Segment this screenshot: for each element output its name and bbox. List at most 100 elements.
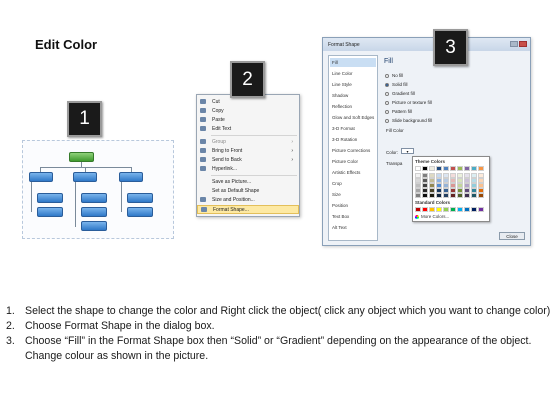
- copy-icon: [200, 108, 206, 113]
- color-swatch[interactable]: [429, 166, 435, 171]
- theme-colors-top-row: [415, 166, 485, 171]
- color-swatch[interactable]: [429, 207, 435, 212]
- radio-pattern-fill[interactable]: Pattern fill: [385, 109, 412, 114]
- org-node-leaf[interactable]: [81, 221, 107, 231]
- connector-line: [31, 182, 32, 212]
- dialog-nav-list: Fill Line Color Line Style Shadow Reflec…: [328, 55, 378, 241]
- color-swatch[interactable]: [464, 207, 470, 212]
- clipboard-icon: [200, 117, 206, 122]
- color-swatch[interactable]: [443, 193, 449, 198]
- org-node-leaf[interactable]: [127, 193, 153, 203]
- nav-item-3d-rotation[interactable]: 3-D Rotation: [330, 135, 376, 144]
- color-swatch[interactable]: [436, 207, 442, 212]
- menu-item-hyperlink[interactable]: Hyperlink...: [197, 164, 299, 173]
- radio-solid-fill[interactable]: Solid fill: [385, 82, 408, 87]
- color-swatch[interactable]: [415, 166, 421, 171]
- nav-item-position[interactable]: Position: [330, 201, 376, 210]
- color-swatch[interactable]: [457, 207, 463, 212]
- dialog-titlebar[interactable]: Format Shape: [323, 38, 530, 51]
- color-swatch[interactable]: [457, 193, 463, 198]
- color-swatch[interactable]: [415, 193, 421, 198]
- color-swatch[interactable]: [450, 193, 456, 198]
- org-node-leaf[interactable]: [81, 207, 107, 217]
- close-button[interactable]: Close: [499, 232, 525, 240]
- nav-item-alt-text[interactable]: Alt Text: [330, 223, 376, 232]
- link-icon: [200, 166, 206, 171]
- color-swatch[interactable]: [464, 193, 470, 198]
- color-swatch[interactable]: [478, 166, 484, 171]
- menu-item-save-as-picture[interactable]: Save as Picture...: [197, 177, 299, 186]
- instructions-list: 1. Select the shape to change the color a…: [6, 304, 554, 364]
- color-picker-button[interactable]: ▾: [401, 148, 414, 154]
- org-node-root[interactable]: [69, 152, 94, 162]
- org-node-leaf[interactable]: [37, 207, 63, 217]
- section-title: Fill: [384, 58, 393, 65]
- nav-item-text-box[interactable]: Text Box: [330, 212, 376, 221]
- nav-item-3d-format[interactable]: 3-D Format: [330, 124, 376, 133]
- org-node-level2-right[interactable]: [119, 172, 143, 182]
- color-swatch[interactable]: [471, 166, 477, 171]
- radio-picture-fill[interactable]: Picture or texture fill: [385, 100, 432, 105]
- radio-no-fill[interactable]: No fill: [385, 73, 403, 78]
- color-swatch[interactable]: [436, 166, 442, 171]
- context-menu: Cut Copy Paste Edit Text Group › Bring to…: [196, 94, 300, 217]
- color-swatch[interactable]: [464, 166, 470, 171]
- color-label: Color:: [386, 150, 399, 155]
- color-swatch[interactable]: [422, 207, 428, 212]
- org-node-leaf[interactable]: [37, 193, 63, 203]
- fill-panel: Fill No fill Solid fill Gradient fill Pi…: [382, 55, 527, 225]
- org-node-level2-left[interactable]: [29, 172, 53, 182]
- menu-item-bring-to-front[interactable]: Bring to Front ›: [197, 146, 299, 155]
- color-swatch[interactable]: [422, 166, 428, 171]
- menu-item-send-to-back[interactable]: Send to Back ›: [197, 155, 299, 164]
- color-swatch[interactable]: [443, 207, 449, 212]
- color-swatch[interactable]: [471, 207, 477, 212]
- color-swatch[interactable]: [422, 193, 428, 198]
- more-colors-item[interactable]: More Colors...: [415, 214, 449, 219]
- picture-icon: [200, 179, 206, 184]
- color-swatch[interactable]: [450, 166, 456, 171]
- color-swatch[interactable]: [436, 193, 442, 198]
- menu-item-group[interactable]: Group ›: [197, 137, 299, 146]
- color-swatch[interactable]: [478, 193, 484, 198]
- color-swatch[interactable]: [471, 193, 477, 198]
- nav-item-line-style[interactable]: Line Style: [330, 80, 376, 89]
- transparency-label: Transpa: [386, 161, 403, 166]
- nav-item-size[interactable]: Size: [330, 190, 376, 199]
- menu-item-copy[interactable]: Copy: [197, 106, 299, 115]
- radio-slide-background-fill[interactable]: Slide background fill: [385, 118, 432, 123]
- org-node-level2-mid[interactable]: [73, 172, 97, 182]
- color-swatch[interactable]: [415, 207, 421, 212]
- step-badge-3: 3: [433, 29, 468, 66]
- menu-item-edit-text[interactable]: Edit Text: [197, 124, 299, 133]
- nav-item-glow[interactable]: Glow and Soft Edges: [330, 113, 376, 122]
- menu-item-paste[interactable]: Paste: [197, 115, 299, 124]
- menu-item-format-shape[interactable]: Format Shape...: [197, 205, 299, 214]
- help-button[interactable]: [510, 41, 518, 47]
- color-swatch[interactable]: [478, 207, 484, 212]
- color-swatch[interactable]: [443, 166, 449, 171]
- menu-item-set-default-shape[interactable]: Set as Default Shape: [197, 186, 299, 195]
- nav-item-picture-corrections[interactable]: Picture Corrections: [330, 146, 376, 155]
- menu-item-cut[interactable]: Cut: [197, 97, 299, 106]
- nav-item-shadow[interactable]: Shadow: [330, 91, 376, 100]
- submenu-arrow-icon: ›: [291, 156, 293, 163]
- close-icon[interactable]: [519, 41, 527, 47]
- fill-color-heading: Fill Color: [386, 128, 404, 133]
- menu-separator: [211, 175, 297, 176]
- menu-item-size-position[interactable]: Size and Position...: [197, 195, 299, 204]
- nav-item-picture-color[interactable]: Picture Color: [330, 157, 376, 166]
- org-node-leaf[interactable]: [127, 207, 153, 217]
- nav-item-crop[interactable]: Crop: [330, 179, 376, 188]
- nav-item-artistic-effects[interactable]: Artistic Effects: [330, 168, 376, 177]
- radio-icon: [385, 73, 389, 78]
- color-swatch[interactable]: [450, 207, 456, 212]
- radio-gradient-fill[interactable]: Gradient fill: [385, 91, 415, 96]
- color-swatch[interactable]: [457, 166, 463, 171]
- org-chart-preview[interactable]: [22, 140, 174, 239]
- nav-item-fill[interactable]: Fill: [330, 58, 376, 67]
- nav-item-line-color[interactable]: Line Color: [330, 69, 376, 78]
- color-swatch[interactable]: [429, 193, 435, 198]
- org-node-leaf[interactable]: [81, 193, 107, 203]
- nav-item-reflection[interactable]: Reflection: [330, 102, 376, 111]
